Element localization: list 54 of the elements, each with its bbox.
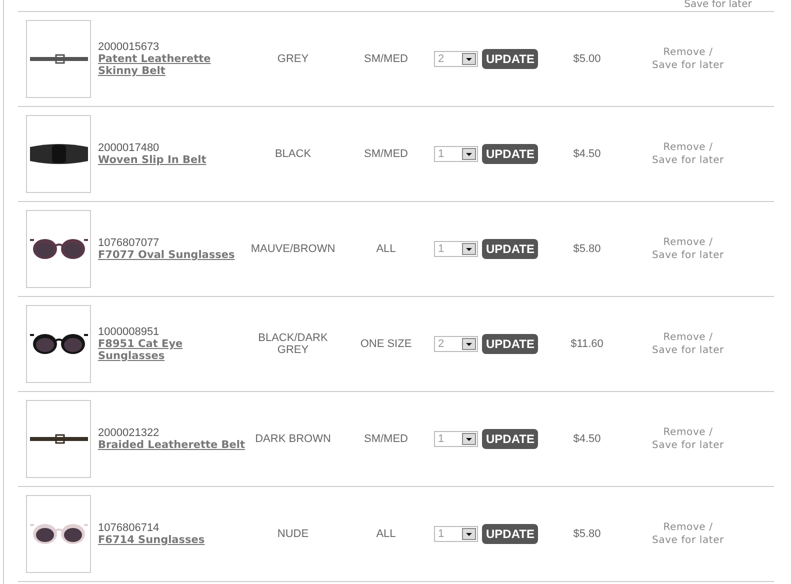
update-button[interactable]: UPDATE (482, 334, 538, 354)
quantity-select[interactable]: 2 (434, 51, 478, 67)
product-name-link[interactable]: Woven Slip In Belt (98, 154, 248, 166)
product-code: 1076807077 (98, 237, 160, 249)
item-price: $5.80 (572, 528, 602, 540)
item-price: $4.50 (572, 433, 602, 445)
update-button[interactable]: UPDATE (482, 144, 538, 164)
update-button[interactable]: UPDATE (482, 239, 538, 259)
product-name-link[interactable]: Braided Leatherette Belt (98, 439, 248, 451)
item-color: BLACK/DARK GREY (257, 332, 329, 356)
item-color: GREY (276, 53, 310, 65)
item-price: $5.80 (572, 243, 602, 255)
product-code: 2000015673 (98, 41, 160, 53)
update-button[interactable]: UPDATE (482, 524, 538, 544)
quantity-select[interactable]: 1 (434, 241, 478, 257)
product-name-link[interactable]: F8951 Cat Eye Sunglasses (98, 338, 248, 362)
product-photo[interactable] (26, 210, 91, 288)
item-color: BLACK (274, 148, 312, 160)
item-size: SM/MED (363, 148, 409, 160)
item-color: DARK BROWN (254, 433, 332, 445)
item-price: $4.50 (572, 148, 602, 160)
product-code: 2000017480 (98, 142, 160, 154)
quantity-select[interactable]: 1 (434, 431, 478, 447)
product-name-link[interactable]: F7077 Oval Sunglasses (98, 249, 248, 261)
remove-save-link[interactable]: Remove / Save for later (632, 521, 744, 547)
item-price: $11.60 (570, 338, 604, 350)
item-price: $5.00 (572, 53, 602, 65)
product-photo[interactable] (26, 400, 91, 478)
remove-save-link[interactable]: Remove / Save for later (632, 331, 744, 357)
item-color: NUDE (276, 528, 310, 540)
product-name-link[interactable]: Patent Leatherette Skinny Belt (98, 53, 248, 77)
quantity-select[interactable]: 1 (434, 526, 478, 542)
product-code: 2000021322 (98, 427, 160, 439)
product-code: 1000008951 (98, 326, 160, 338)
product-photo[interactable] (26, 305, 91, 383)
update-button[interactable]: UPDATE (482, 49, 538, 69)
remove-save-link[interactable]: Remove / Save for later (632, 236, 744, 262)
item-size: SM/MED (363, 53, 409, 65)
product-photo[interactable] (26, 115, 91, 193)
remove-save-link[interactable]: Remove / Save for later (632, 426, 744, 452)
remove-save-link[interactable]: Remove / Save for later (632, 46, 744, 72)
item-size: ALL (375, 243, 397, 255)
item-color: MAUVE/BROWN (250, 243, 336, 255)
product-code: 1076806714 (98, 522, 160, 534)
remove-save-link[interactable]: Remove / Save for later (632, 141, 744, 167)
product-photo[interactable] (26, 20, 91, 98)
item-size: SM/MED (363, 433, 409, 445)
item-size: ONE SIZE (359, 338, 413, 350)
quantity-select[interactable]: 2 (434, 336, 478, 352)
item-size: ALL (375, 528, 397, 540)
update-button[interactable]: UPDATE (482, 429, 538, 449)
quantity-select[interactable]: 1 (434, 146, 478, 162)
product-name-link[interactable]: F6714 Sunglasses (98, 534, 248, 546)
product-photo[interactable] (26, 495, 91, 573)
